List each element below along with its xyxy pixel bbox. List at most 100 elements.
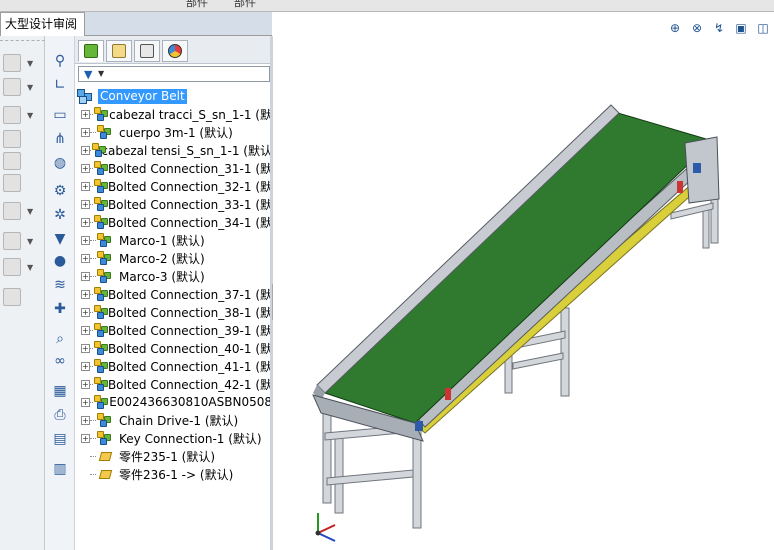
tree-item[interactable]: + Bolted Connection_40-1 (默 <box>75 339 272 357</box>
command-button[interactable]: ▼ <box>3 230 43 252</box>
command-icon <box>3 106 21 124</box>
expand-icon[interactable]: + <box>81 415 90 425</box>
command-button[interactable]: ▼ <box>3 200 43 222</box>
expand-icon[interactable]: + <box>81 145 90 155</box>
tree-item[interactable]: + Bolted Connection_31-1 (默 <box>75 159 272 177</box>
expand-icon[interactable]: + <box>81 325 90 335</box>
expand-icon[interactable]: + <box>81 217 90 227</box>
command-button[interactable]: ▼ <box>3 76 43 98</box>
tree-item[interactable]: + Bolted Connection_32-1 (默 <box>75 177 272 195</box>
puzzle-icon[interactable]: ✚ <box>51 300 69 318</box>
monitor-icon[interactable]: ▭ <box>51 106 69 124</box>
binoculars-icon[interactable]: ∞ <box>51 352 69 370</box>
assembly-icon <box>94 322 109 338</box>
tree-item[interactable]: + Marco-2 (默认) <box>75 249 272 267</box>
excel-icon[interactable]: ▦ <box>51 382 69 400</box>
expand-icon[interactable]: + <box>81 379 90 389</box>
expand-icon[interactable]: + <box>81 343 90 353</box>
tab-feature-manager[interactable] <box>78 40 104 62</box>
chevron-down-icon[interactable]: ▼ <box>27 207 33 216</box>
bucket-icon[interactable]: ▼ <box>51 230 69 248</box>
tree-item[interactable]: + Bolted Connection_39-1 (默 <box>75 321 272 339</box>
chevron-down-icon[interactable]: ▼ <box>27 237 33 246</box>
expand-icon[interactable]: + <box>81 109 90 119</box>
tree-item[interactable]: + Bolted Connection_41-1 (默 <box>75 357 272 375</box>
command-button[interactable]: ▼ <box>3 52 43 74</box>
assembly-icon <box>94 376 109 392</box>
tree-item[interactable]: + E002436630810ASBN0508 <box>75 393 272 411</box>
assembly-icon <box>97 430 115 446</box>
command-button[interactable] <box>3 172 43 194</box>
gear-settings-icon[interactable]: ✲ <box>51 206 69 224</box>
assembly-icon <box>94 106 109 122</box>
location-pin-icon[interactable]: ● <box>51 252 69 270</box>
expand-icon[interactable]: + <box>81 181 90 191</box>
gear-icon[interactable]: ⚙ <box>51 182 69 200</box>
expand-icon[interactable]: + <box>81 253 90 263</box>
chevron-down-icon[interactable]: ▼ <box>27 59 33 68</box>
tab-configuration-manager[interactable] <box>134 40 160 62</box>
section-view-icon[interactable]: ▣ <box>732 19 750 37</box>
command-button[interactable] <box>3 128 43 150</box>
expand-icon[interactable]: + <box>81 397 90 407</box>
tree-item[interactable]: 零件236-1 -> (默认) <box>75 465 272 483</box>
report-icon[interactable]: ▥ <box>51 460 69 478</box>
spring-coil-icon[interactable]: ≋ <box>51 276 69 294</box>
document-icon[interactable]: ▤ <box>51 430 69 448</box>
tree-item[interactable]: + cuerpo 3m-1 (默认) <box>75 123 272 141</box>
tree-item[interactable]: + cabezal tensi_S_sn_1-1 (默认 <box>75 141 272 159</box>
hierarchy-icon[interactable]: ⋔ <box>51 130 69 148</box>
command-button[interactable] <box>3 150 43 172</box>
tree-item[interactable]: + Bolted Connection_38-1 (默 <box>75 303 272 321</box>
drive-head <box>684 136 720 204</box>
previous-view-icon[interactable]: ↯ <box>710 19 728 37</box>
tree-item[interactable]: + Bolted Connection_42-1 (默 <box>75 375 272 393</box>
tree-item-label: Marco-2 (默认) <box>119 251 205 266</box>
view-orientation-icon[interactable]: ◫ <box>754 19 772 37</box>
top-toolbar-fragment[interactable]: 部件 <box>186 0 208 10</box>
expand-icon[interactable]: + <box>81 307 90 317</box>
chevron-down-icon[interactable]: ▼ <box>27 83 33 92</box>
expand-icon[interactable]: + <box>81 163 90 173</box>
drive-marker <box>677 181 683 193</box>
expand-icon[interactable]: + <box>81 127 90 137</box>
tree-item[interactable]: 零件235-1 (默认) <box>75 447 272 465</box>
print-icon[interactable]: ⎙ <box>51 406 69 424</box>
graphics-viewport[interactable]: ⊕ ⊗ ↯ ▣ ◫ <box>273 13 774 550</box>
tree-item[interactable]: + cabezal tracci_S_sn_1-1 (默 <box>75 105 272 123</box>
tree-item[interactable]: + Bolted Connection_34-1 (默 <box>75 213 272 231</box>
tree-item[interactable]: + Key Connection-1 (默认) <box>75 429 272 447</box>
zoom-to-area-icon[interactable]: ⊗ <box>688 19 706 37</box>
tree-item[interactable]: + Chain Drive-1 (默认) <box>75 411 272 429</box>
tree-root[interactable]: Conveyor Belt <box>77 87 187 105</box>
expand-icon[interactable]: + <box>81 235 90 245</box>
expand-icon[interactable]: + <box>81 289 90 299</box>
tree-item[interactable]: + Marco-1 (默认) <box>75 231 272 249</box>
command-button[interactable]: ▼ <box>3 256 43 278</box>
angle-icon[interactable]: ∟ <box>51 76 69 94</box>
expand-icon[interactable]: + <box>81 199 90 209</box>
top-toolbar-fragment[interactable]: 部件 <box>234 0 256 10</box>
tree-item[interactable]: + Bolted Connection_37-1 (默 <box>75 285 272 303</box>
tab-large-design-review[interactable]: 大型设计审阅 <box>0 12 85 36</box>
chevron-down-icon[interactable]: ▼ <box>27 263 33 272</box>
tail-bearing <box>415 421 423 431</box>
filter-field[interactable]: ▼ ▼ <box>78 66 270 82</box>
zoom-to-fit-icon[interactable]: ⊕ <box>666 19 684 37</box>
expand-icon[interactable]: + <box>81 271 90 281</box>
expand-icon[interactable]: + <box>81 361 90 371</box>
tree-item[interactable]: + Bolted Connection_33-1 (默 <box>75 195 272 213</box>
command-button[interactable]: ▼ <box>3 104 43 126</box>
command-button[interactable] <box>3 286 43 308</box>
tab-display-manager[interactable] <box>162 40 188 62</box>
tree-item[interactable]: + Marco-3 (默认) <box>75 267 272 285</box>
expand-icon[interactable]: + <box>81 433 90 443</box>
chevron-down-icon[interactable]: ▼ <box>27 111 33 120</box>
tree-item-label: cabezal tensi_S_sn_1-1 (默认 <box>101 143 272 158</box>
spring-icon[interactable]: ⚲ <box>51 52 69 70</box>
magnifier-icon[interactable]: ⌕ <box>51 330 69 348</box>
chevron-down-icon[interactable]: ▼ <box>98 69 104 78</box>
globe-icon[interactable]: ◍ <box>51 154 69 172</box>
tree-item-label: cabezal tracci_S_sn_1-1 (默 <box>109 107 272 122</box>
tab-property-manager[interactable] <box>106 40 132 62</box>
